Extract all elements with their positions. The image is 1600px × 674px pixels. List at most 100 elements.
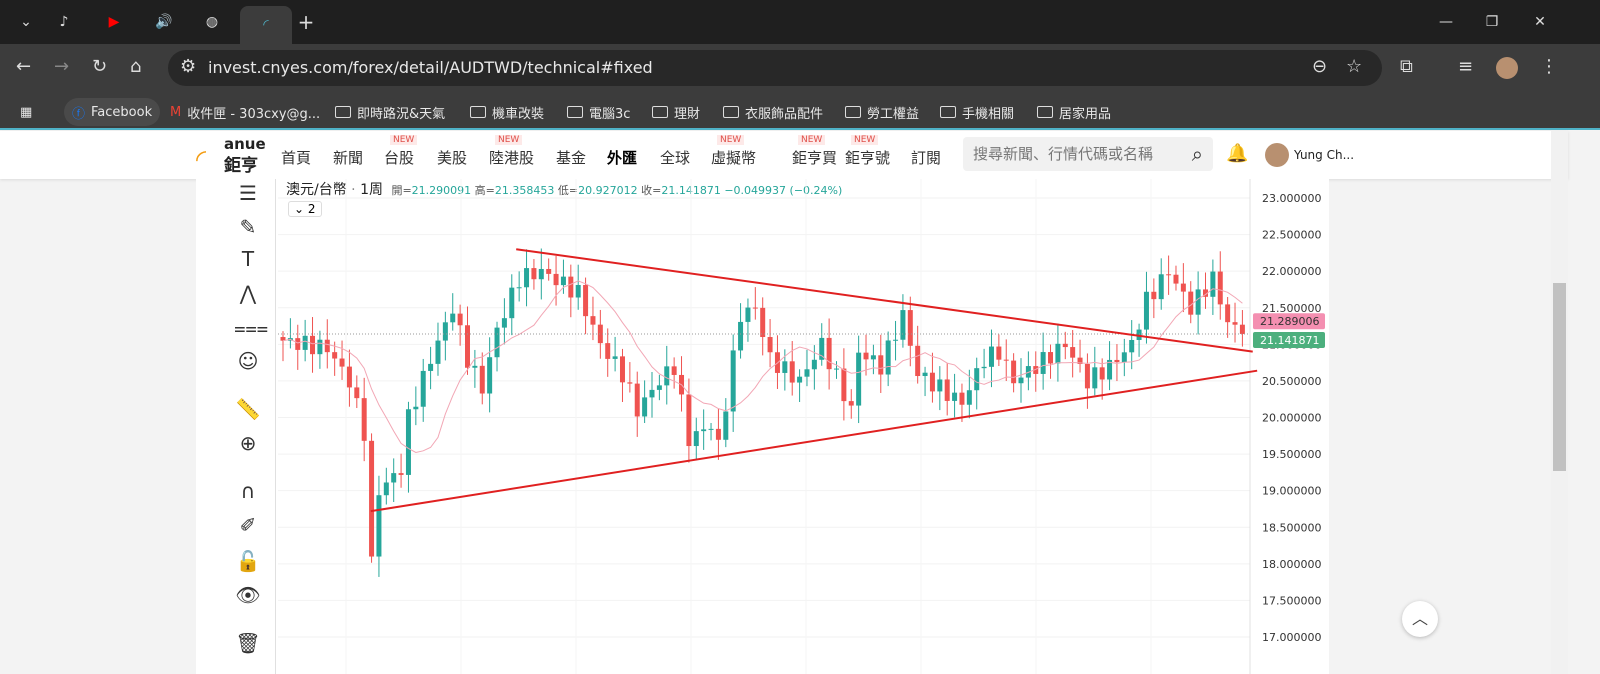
candle-body — [1129, 339, 1135, 353]
candle-body — [634, 383, 640, 417]
bookmark-facebook[interactable]: ⓕ Facebook — [64, 98, 161, 126]
nav-item[interactable]: 虛擬幣 NEW — [711, 135, 756, 168]
nav-item[interactable]: 全球 — [660, 147, 690, 168]
media-icon[interactable]: ≡ — [1458, 56, 1473, 77]
profile-avatar[interactable] — [1496, 57, 1518, 79]
bookmark-folder[interactable]: 機車改裝 — [470, 98, 544, 126]
tab-anue-active[interactable]: ◜ — [240, 6, 292, 44]
user-name[interactable]: Yung Ch... — [1294, 148, 1354, 162]
candle-body — [1180, 283, 1186, 292]
candle-body — [819, 337, 825, 360]
candle-body — [863, 352, 869, 360]
nav-item[interactable]: 外匯 — [607, 147, 637, 168]
forward-icon[interactable]: → — [54, 56, 69, 77]
candle-body — [1062, 343, 1068, 348]
bookmark-folder[interactable]: 居家用品 — [1037, 98, 1111, 126]
bookmark-star-icon[interactable]: ☆ — [1346, 56, 1362, 77]
candle-body — [723, 411, 729, 440]
apps-icon[interactable]: ▦ — [20, 98, 32, 126]
scroll-to-top-button[interactable]: ︿ — [1402, 601, 1438, 637]
tab-tiktok[interactable]: ♪ — [46, 8, 82, 36]
magnet-tool-icon[interactable]: ∩ — [234, 479, 262, 507]
trendline-lower — [370, 369, 1258, 513]
search-input[interactable]: 搜尋新聞、行情代碼或名稱 ⌕ — [963, 137, 1213, 171]
close-window-button[interactable]: ✕ — [1522, 8, 1558, 36]
visibility-eye-icon[interactable]: 👁 — [234, 583, 262, 611]
ruler-tool-icon[interactable]: 📏 — [234, 397, 262, 425]
nav-label: 鉅亨買 — [792, 149, 838, 167]
minimize-button[interactable]: — — [1428, 8, 1464, 36]
nav-label: 全球 — [660, 149, 691, 167]
bookmark-folder[interactable]: 理財 — [652, 98, 700, 126]
candle-body — [612, 356, 618, 359]
bookmark-folder[interactable]: 衣服飾品配件 — [723, 98, 823, 126]
pattern-tool-icon[interactable]: ⋀ — [234, 281, 262, 309]
bookmark-folder[interactable]: 電腦3c — [567, 98, 630, 126]
indicators-toggle[interactable]: ⌄ 2 — [288, 201, 322, 217]
indicators-count: 2 — [307, 202, 316, 216]
nav-item[interactable]: 首頁 — [281, 147, 311, 168]
nav-item[interactable]: 基金 — [556, 147, 586, 168]
candle-body — [1055, 343, 1061, 364]
site-info-icon[interactable]: ⚙ — [180, 56, 196, 77]
nav-item[interactable]: 鉅亨號 NEW — [845, 135, 890, 168]
nav-item[interactable]: 美股 — [437, 147, 467, 168]
candle-body — [287, 338, 293, 341]
interval-label[interactable]: 1周 — [360, 182, 383, 198]
tab-globe[interactable]: ◍ — [194, 8, 230, 36]
brush-tool-icon[interactable]: ✎ — [234, 215, 262, 243]
candle-body — [767, 337, 773, 353]
bookmark-label: Facebook — [91, 104, 153, 120]
y-tick-label: 21.500000 — [1262, 302, 1322, 315]
page-content: ◜ anue 鉅亨 首頁 新聞 台股 NEW 美股 陸港股 NEW 基金 外匯 全球 虛擬幣 NEW 鉅… — [0, 131, 1568, 674]
search-icon[interactable]: ⌕ — [1192, 137, 1203, 171]
tab-youtube[interactable]: ▶ — [96, 8, 132, 36]
restore-button[interactable]: ❐ — [1474, 8, 1510, 36]
home-icon[interactable]: ⌂ — [130, 56, 141, 77]
notification-bell-icon[interactable]: 🔔 — [1226, 143, 1248, 164]
nav-item[interactable]: 訂閱 — [911, 147, 941, 168]
unlock-icon[interactable]: 🔓 — [234, 549, 262, 577]
candle-body — [1077, 357, 1083, 365]
new-tab-button[interactable]: + — [288, 8, 324, 36]
bookmark-label: 手機相關 — [962, 106, 1015, 122]
page-scrollbar[interactable] — [1551, 131, 1568, 674]
y-tick-label: 20.000000 — [1262, 412, 1322, 425]
candle-body — [1143, 291, 1149, 330]
zoom-icon[interactable]: ⊖ — [1312, 56, 1327, 77]
candle-body — [1203, 289, 1208, 297]
address-bar[interactable]: invest.cnyes.com/forex/detail/AUDTWD/tec… — [168, 50, 1382, 86]
reload-icon[interactable]: ↻ — [92, 56, 107, 77]
price-chart[interactable]: 23.000000 22.500000 22.000000 21.500000 21.0… — [196, 179, 1329, 674]
chart-panel: ☰ ✎ T ⋀ ⩶ ☺ 📏 ⊕ ∩ ✐ 🔓 👁 🗑 澳元/台幣 · 1周 開=2… — [196, 179, 1329, 674]
nav-item[interactable]: 新聞 — [333, 147, 363, 168]
lines-tool-icon[interactable]: ☰ — [234, 181, 262, 209]
tab-search-button[interactable]: ⌄ — [8, 8, 44, 36]
logo-text-zh: 鉅亨 — [224, 156, 258, 176]
nav-item[interactable]: 台股 NEW — [384, 135, 418, 168]
candle-body — [1239, 324, 1245, 334]
bookmark-gmail[interactable]: M 收件匣 - 303cxy@g... — [170, 98, 320, 126]
lock-drawings-icon[interactable]: ✐ — [234, 513, 262, 541]
menu-icon[interactable]: ⋮ — [1540, 56, 1558, 77]
emoji-tool-icon[interactable]: ☺ — [234, 349, 262, 377]
candle-body — [841, 368, 847, 402]
fib-tool-icon[interactable]: ⩶ — [234, 315, 268, 343]
user-avatar[interactable] — [1265, 143, 1289, 167]
tab-audio[interactable]: 🔊 — [146, 8, 182, 36]
bookmark-folder[interactable]: 勞工權益 — [845, 98, 919, 126]
zoom-in-tool-icon[interactable]: ⊕ — [234, 431, 262, 459]
nav-item[interactable]: 陸港股 NEW — [489, 135, 534, 168]
scrollbar-thumb[interactable] — [1553, 283, 1566, 471]
folder-icon — [567, 106, 583, 118]
nav-item[interactable]: 鉅亨買 NEW — [792, 135, 838, 168]
open-label: 開= — [391, 184, 412, 197]
back-icon[interactable]: ← — [16, 56, 31, 77]
bookmark-folder[interactable]: 手機相關 — [940, 98, 1014, 126]
text-tool-icon[interactable]: T — [234, 247, 262, 275]
trash-icon[interactable]: 🗑 — [234, 631, 262, 659]
new-badge: NEW — [851, 135, 879, 145]
bookmark-folder[interactable]: 即時路況&天氣 — [335, 98, 445, 126]
extensions-icon[interactable]: ⧉ — [1400, 56, 1413, 77]
candle-body — [730, 350, 736, 412]
